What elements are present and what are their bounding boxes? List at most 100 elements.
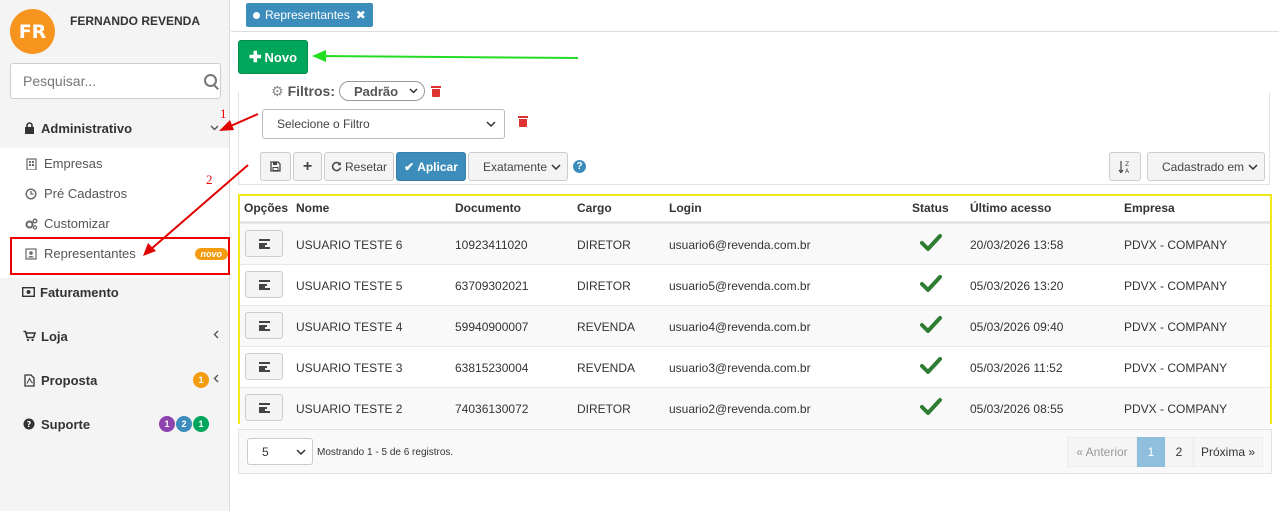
check-icon [920,316,942,333]
annotation-number-2: 2 [206,172,213,187]
cell-login: usuario3@revenda.com.br [669,361,811,375]
svg-text:?: ? [27,420,32,429]
tab-bar: Representantes ✖ [231,0,1279,32]
sort-field-select[interactable]: Cadastrado em [1147,152,1265,181]
cell-nome: USUARIO TESTE 6 [296,238,403,252]
menu-bars-icon [258,321,270,331]
column-header[interactable]: Cargo [577,201,612,215]
chevron-down-icon [1248,163,1258,170]
sort-direction-button[interactable]: ZA [1109,152,1141,181]
row-options-button[interactable] [245,312,283,339]
column-header[interactable]: Login [669,201,702,215]
filter-legend: ⚙ Filtros: Padrão [268,81,445,101]
cell-cargo: REVENDA [577,320,636,334]
chevron-left-icon [213,330,219,342]
trash-icon[interactable] [518,116,528,127]
cell-documento: 10923411020 [455,238,528,252]
filter-preset-select[interactable]: Padrão [339,81,426,101]
column-header[interactable]: Status [912,201,949,215]
check-icon [920,234,942,251]
svg-text:Z: Z [1125,161,1129,168]
cell-empresa: PDVX - COMPANY [1124,320,1228,334]
chevron-left-icon [213,374,219,386]
menu-item-administrativo[interactable]: Administrativo [0,117,229,139]
annotation-arrow-green [319,55,579,59]
sort-alpha-icon: ZA [1118,160,1130,174]
column-header[interactable]: Opções [244,201,288,215]
column-header[interactable]: Documento [455,201,521,215]
submenu-item-customizar[interactable]: Customizar [24,216,110,231]
count-badge: 1 [193,416,209,432]
reset-label: Resetar [344,159,388,174]
row-options-button[interactable] [245,353,283,380]
filter-select[interactable]: Selecione o Filtro [262,109,505,139]
novo-button[interactable]: ✚ Novo [238,40,308,74]
cell-empresa: PDVX - COMPANY [1124,238,1228,252]
search-input[interactable] [23,73,204,89]
cell-documento: 63709302021 [455,279,529,293]
column-header[interactable]: Empresa [1124,201,1175,215]
cell-nome: USUARIO TESTE 5 [296,279,403,293]
match-mode-select[interactable]: Exatamente [468,152,568,181]
menu-item-loja[interactable]: Loja [0,325,229,347]
cell-documento: 63815230004 [455,361,529,375]
pagination-page-1[interactable]: 1 [1137,437,1165,467]
page-size-select[interactable]: 5 [247,438,313,465]
trash-icon[interactable] [431,85,442,97]
cell-cargo: DIRETOR [577,238,631,252]
menu-label: Suporte [41,416,91,432]
avatar[interactable]: FR [10,9,55,54]
tab-representantes[interactable]: Representantes ✖ [246,3,373,27]
save-filter-button[interactable] [260,152,291,181]
menu-bars-icon [258,280,270,290]
menu-item-faturamento[interactable]: Faturamento [0,281,229,303]
row-options-button[interactable] [245,271,283,298]
table-row: USUARIO TESTE 3 63815230004 REVENDA usuario… [240,346,1270,387]
pagination-page-2[interactable]: 2 [1165,437,1193,467]
cell-login: usuario6@revenda.com.br [669,238,811,252]
lock-icon [22,122,36,134]
column-header[interactable]: Nome [296,201,329,215]
cell-cargo: DIRETOR [577,402,631,416]
file-pdf-icon [22,373,36,387]
reset-button[interactable]: Resetar [324,152,394,181]
submenu-item-pre-cadastros[interactable]: Pré Cadastros [24,186,127,201]
check-icon [920,275,942,292]
plus-icon: + [302,157,313,175]
submenu-label: Empresas [44,156,103,171]
annotation-highlight-representantes [10,237,230,275]
column-header[interactable]: Último acesso [970,201,1051,215]
pagination-bar: 5 Mostrando 1 - 5 de 6 registros. « Ante… [238,429,1272,474]
search-icon[interactable] [204,73,217,89]
close-icon[interactable]: ✖ [356,8,366,22]
records-count: Mostrando 1 - 5 de 6 registros. [317,447,454,458]
menu-item-suporte[interactable]: ? Suporte 1 2 1 [0,413,229,435]
menu-bars-icon [258,362,270,372]
menu-label: Administrativo [41,120,133,136]
row-options-button[interactable] [245,394,283,421]
filters-label: Filtros: [287,83,336,99]
pagination-prev[interactable]: « Anterior [1067,437,1137,467]
cell-ultimo-acesso: 20/03/2026 13:58 [970,238,1064,252]
add-filter-button[interactable]: + [293,152,322,181]
svg-text:A: A [1125,168,1130,174]
proposta-badges: 1 [192,372,209,388]
chevron-down-icon [210,122,219,134]
cell-nome: USUARIO TESTE 4 [296,320,403,334]
cell-empresa: PDVX - COMPANY [1124,279,1228,293]
submenu-item-empresas[interactable]: Empresas [24,156,103,171]
cell-cargo: REVENDA [577,361,636,375]
table-row: USUARIO TESTE 4 59940900007 REVENDA usuario… [240,305,1270,346]
apply-button[interactable]: ✔ Aplicar [396,152,466,181]
menu-bars-icon [258,239,270,249]
check-icon [920,357,942,374]
building-icon [24,157,38,170]
clock-icon [24,187,38,200]
submenu-label: Pré Cadastros [44,186,128,201]
row-options-button[interactable] [245,230,283,257]
novo-label: Novo [264,49,298,65]
help-icon[interactable]: ? [573,160,586,173]
pagination-next[interactable]: Próxima » [1193,437,1263,467]
menu-item-proposta[interactable]: Proposta 1 [0,369,229,391]
cell-documento: 74036130072 [455,402,529,416]
